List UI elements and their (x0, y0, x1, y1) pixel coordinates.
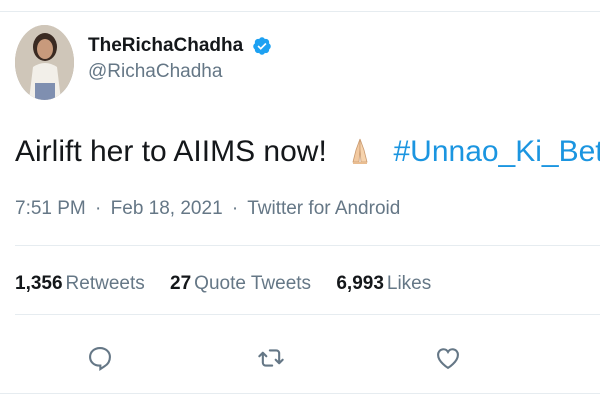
verified-badge-icon (252, 37, 271, 55)
profile-avatar[interactable] (15, 25, 74, 100)
quote-tweets-stat[interactable]: 27 Quote Tweets (170, 273, 311, 295)
retweets-label: Retweets (65, 273, 145, 294)
top-divider (0, 11, 600, 12)
divider (15, 245, 600, 246)
tweet-date[interactable]: Feb 18, 2021 (111, 198, 223, 219)
like-icon (437, 348, 459, 370)
reply-button[interactable] (85, 343, 115, 373)
meta-separator: · (95, 198, 102, 219)
tweet-main-text: Airlift her to AIIMS now! (15, 135, 327, 168)
quote-tweets-count: 27 (170, 273, 192, 294)
tweet-source[interactable]: Twitter for Android (247, 198, 400, 219)
author-info: TheRichaChadha @RichaChadha (88, 35, 272, 83)
tweet-time[interactable]: 7:51 PM (15, 198, 86, 219)
retweet-icon (258, 349, 284, 367)
bottom-divider (0, 393, 600, 394)
like-button[interactable] (433, 343, 463, 373)
tweet-stats: 1,356 Retweets 27 Quote Tweets 6,993 Likes (15, 273, 451, 295)
folded-hands-icon (352, 138, 368, 164)
tweet-actions (0, 343, 600, 377)
retweet-button[interactable] (256, 343, 286, 373)
tweet-text: Airlift her to AIIMS now! #Unnao_Ki_Beti (15, 135, 600, 169)
likes-count: 6,993 (336, 273, 384, 294)
likes-label: Likes (386, 273, 432, 294)
tweet-meta: 7:51 PM · Feb 18, 2021 · Twitter for And… (15, 198, 400, 220)
quote-tweets-label: Quote Tweets (194, 273, 312, 294)
reply-icon (89, 347, 111, 372)
hashtag-link[interactable]: #Unnao_Ki_Beti (393, 135, 600, 168)
divider (15, 314, 600, 315)
retweets-stat[interactable]: 1,356 Retweets (15, 273, 145, 295)
meta-separator: · (231, 198, 239, 219)
author-display-name[interactable]: TheRichaChadha (88, 35, 243, 57)
likes-stat[interactable]: 6,993 Likes (336, 273, 431, 295)
retweets-count: 1,356 (15, 273, 63, 294)
author-handle[interactable]: @RichaChadha (88, 61, 272, 83)
